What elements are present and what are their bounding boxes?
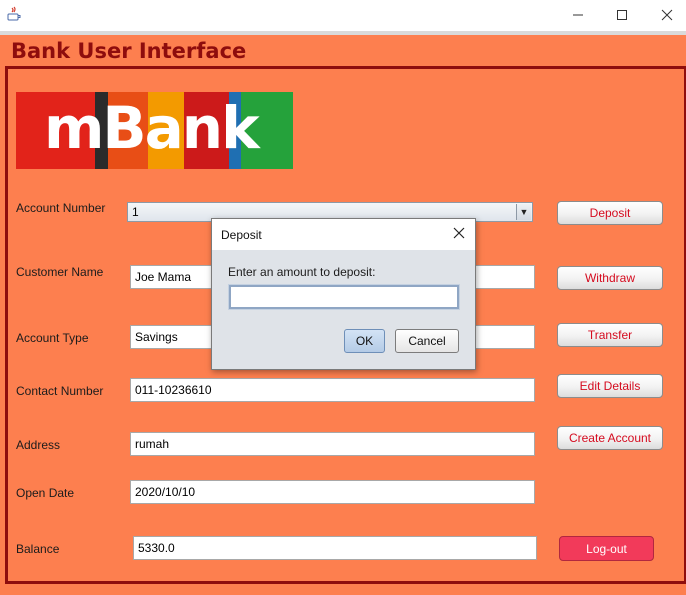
minimize-icon[interactable] [563, 4, 593, 26]
mbank-logo: mBank [16, 92, 293, 169]
maximize-icon[interactable] [607, 4, 637, 26]
close-icon[interactable] [451, 225, 467, 241]
edit-details-button[interactable]: Edit Details [557, 374, 663, 398]
customer-name-label: Customer Name [16, 265, 104, 279]
dialog-title: Deposit [221, 228, 262, 242]
close-icon[interactable] [652, 4, 682, 26]
address-field[interactable]: rumah [130, 432, 535, 456]
dialog-body: Enter an amount to deposit: OK Cancel [212, 250, 475, 369]
window-titlebar [0, 0, 686, 31]
account-type-label: Account Type [16, 331, 89, 345]
deposit-dialog: Deposit Enter an amount to deposit: OK C… [211, 218, 476, 370]
contact-number-label: Contact Number [16, 384, 104, 398]
balance-label: Balance [16, 542, 60, 556]
logo-text: mBank [44, 94, 260, 162]
logout-button[interactable]: Log-out [559, 536, 654, 561]
withdraw-button[interactable]: Withdraw [557, 266, 663, 290]
account-number-value: 1 [132, 205, 139, 219]
open-date-label: Open Date [16, 486, 75, 500]
create-account-button[interactable]: Create Account [557, 426, 663, 450]
account-number-label: Account Number [16, 201, 106, 215]
chevron-down-icon[interactable]: ▼ [516, 204, 531, 220]
open-date-field[interactable]: 2020/10/10 [130, 480, 535, 504]
deposit-button[interactable]: Deposit [557, 201, 663, 225]
cancel-button[interactable]: Cancel [395, 329, 459, 353]
transfer-button[interactable]: Transfer [557, 323, 663, 347]
dialog-message: Enter an amount to deposit: [228, 265, 376, 279]
page-title: Bank User Interface [11, 39, 247, 63]
deposit-amount-input[interactable] [228, 284, 460, 310]
ok-button[interactable]: OK [344, 329, 385, 353]
contact-number-field[interactable]: 011-10236610 [130, 378, 535, 402]
balance-field[interactable]: 5330.0 [133, 536, 537, 560]
address-label: Address [16, 438, 61, 452]
java-icon [6, 6, 22, 22]
